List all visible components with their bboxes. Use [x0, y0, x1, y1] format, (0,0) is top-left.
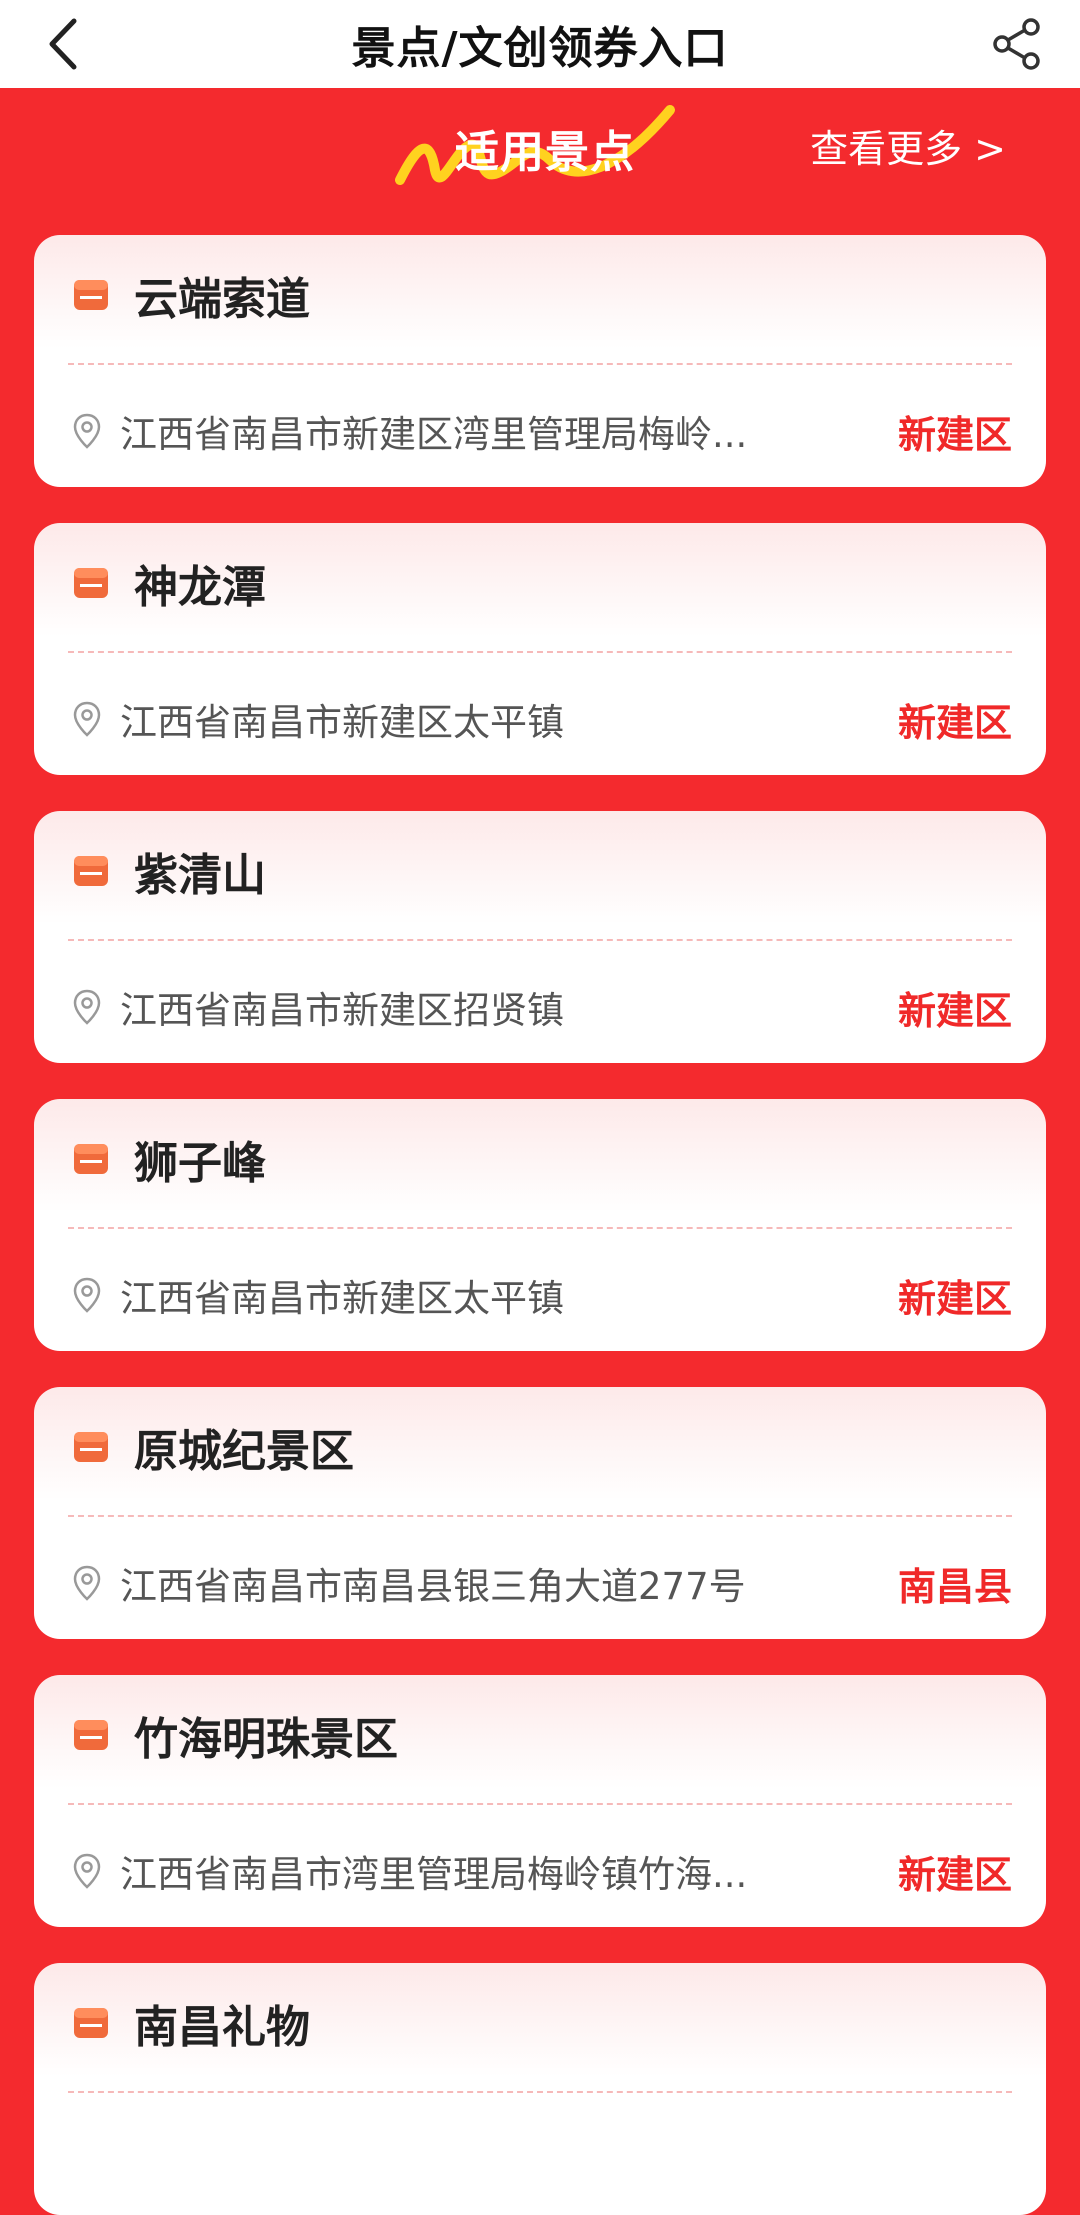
- scenic-name: 云端索道: [134, 274, 310, 325]
- page-title: 景点/文创领券入口: [351, 23, 729, 74]
- scenic-address: 江西省南昌市新建区湾里管理局梅岭...: [120, 413, 748, 456]
- share-button[interactable]: [982, 8, 1052, 80]
- scenic-card[interactable]: 原城纪景区 江西省南昌市南昌县银三角大道277号 南昌县: [34, 1387, 1046, 1639]
- scenic-card[interactable]: 紫清山 江西省南昌市新建区招贤镇 新建区: [34, 811, 1046, 1063]
- scenic-name: 紫清山: [134, 850, 266, 901]
- share-icon: [993, 18, 1040, 70]
- chevron-left-icon: [49, 18, 77, 70]
- district-label: 新建区: [897, 412, 1012, 457]
- dashed-divider: [68, 1803, 1012, 1805]
- shop-icon: [74, 1432, 108, 1462]
- shop-icon: [74, 1144, 108, 1174]
- district-label: 新建区: [897, 1852, 1012, 1897]
- dashed-divider: [68, 1227, 1012, 1229]
- dashed-divider: [68, 651, 1012, 653]
- scenic-address: 江西省南昌市新建区太平镇: [120, 701, 564, 744]
- back-button[interactable]: [28, 8, 98, 80]
- shop-icon: [74, 568, 108, 598]
- section-header: 适用景点 查看更多 >: [0, 88, 1080, 228]
- location-pin-icon: [73, 1277, 101, 1313]
- scenic-address: 江西省南昌市南昌县银三角大道277号: [120, 1565, 746, 1608]
- dashed-divider: [68, 363, 1012, 365]
- location-pin-icon: [73, 701, 101, 737]
- location-pin-icon: [73, 1565, 101, 1601]
- shop-icon: [74, 1720, 108, 1750]
- location-pin-icon: [73, 413, 101, 449]
- scenic-card[interactable]: 云端索道 江西省南昌市新建区湾里管理局梅岭... 新建区: [34, 235, 1046, 487]
- scenic-address: 江西省南昌市新建区太平镇: [120, 1277, 564, 1320]
- shop-icon: [74, 856, 108, 886]
- district-label: 新建区: [897, 700, 1012, 745]
- location-pin-icon: [73, 1853, 101, 1889]
- scenic-card[interactable]: 南昌礼物: [34, 1963, 1046, 2215]
- scenic-name: 神龙潭: [134, 562, 266, 613]
- district-label: 新建区: [897, 1276, 1012, 1321]
- scenic-name: 原城纪景区: [134, 1426, 354, 1477]
- section-title: 适用景点: [455, 127, 635, 178]
- scenic-card[interactable]: 神龙潭 江西省南昌市新建区太平镇 新建区: [34, 523, 1046, 775]
- scenic-name: 南昌礼物: [134, 2002, 310, 2053]
- view-more-link[interactable]: 查看更多 >: [810, 118, 1006, 173]
- scenic-card[interactable]: 竹海明珠景区 江西省南昌市湾里管理局梅岭镇竹海... 新建区: [34, 1675, 1046, 1927]
- dashed-divider: [68, 2091, 1012, 2093]
- scenic-card[interactable]: 狮子峰 江西省南昌市新建区太平镇 新建区: [34, 1099, 1046, 1351]
- dashed-divider: [68, 939, 1012, 941]
- scenic-address: 江西省南昌市新建区招贤镇: [120, 989, 564, 1032]
- scenic-address: 江西省南昌市湾里管理局梅岭镇竹海...: [120, 1853, 748, 1896]
- dashed-divider: [68, 1515, 1012, 1517]
- location-pin-icon: [73, 989, 101, 1025]
- district-label: 新建区: [897, 988, 1012, 1033]
- shop-icon: [74, 2008, 108, 2038]
- top-bar: 景点/文创领券入口: [0, 0, 1080, 88]
- shop-icon: [74, 280, 108, 310]
- scenic-name: 狮子峰: [134, 1138, 266, 1189]
- scenic-name: 竹海明珠景区: [134, 1714, 398, 1765]
- district-label: 南昌县: [897, 1564, 1012, 1609]
